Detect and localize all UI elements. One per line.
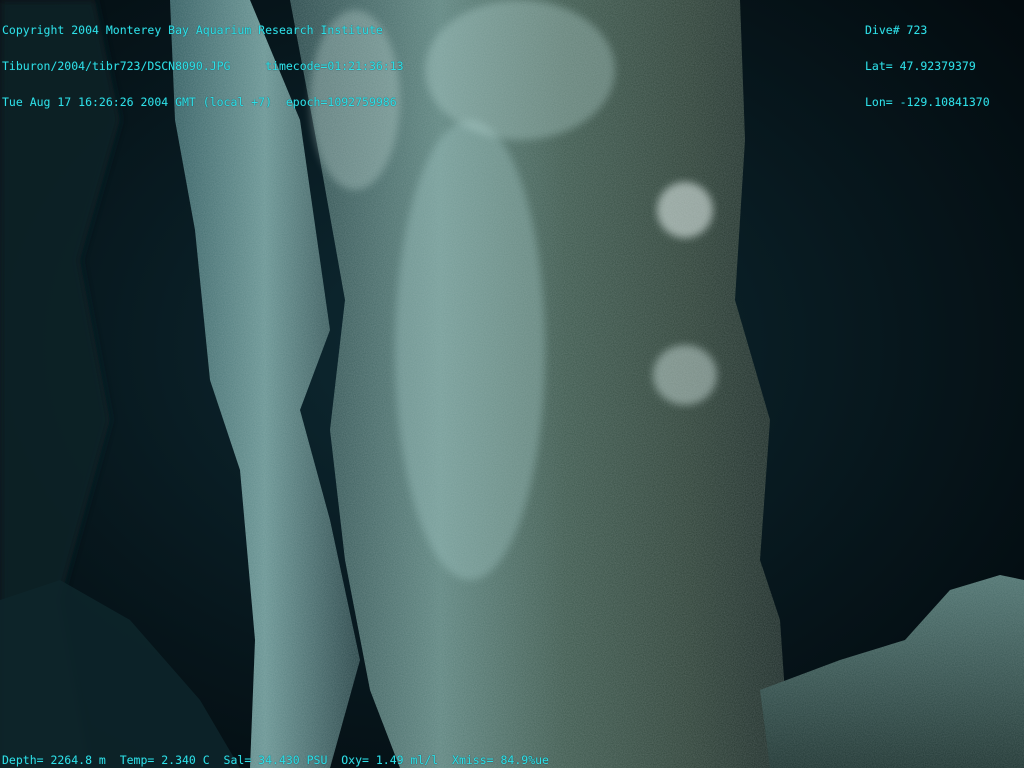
dive-number: Dive# 723: [865, 23, 928, 37]
longitude: Lon= -129.10841370: [865, 95, 990, 109]
date-epoch-line: Tue Aug 17 16:26:26 2004 GMT (local +7) …: [2, 95, 397, 109]
dive-position-top-right: Dive# 723 Lat= 47.92379379 Lon= -129.108…: [865, 0, 990, 120]
file-timecode-line: Tiburon/2004/tibr723/DSCN8090.JPG timeco…: [2, 59, 404, 73]
copyright-line: Copyright 2004 Monterey Bay Aquarium Res…: [2, 23, 383, 37]
sensor-readout-bottom: Depth= 2264.8 m Temp= 2.340 C Sal= 34.43…: [2, 753, 549, 767]
latitude: Lat= 47.92379379: [865, 59, 976, 73]
camera-metadata-top-left: Copyright 2004 Monterey Bay Aquarium Res…: [2, 0, 404, 120]
